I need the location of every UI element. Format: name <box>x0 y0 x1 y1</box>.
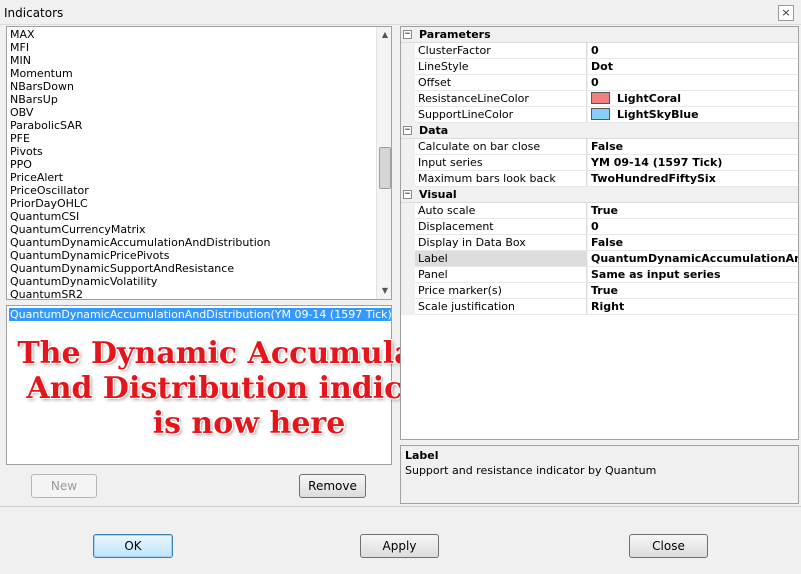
remove-button[interactable]: Remove <box>299 474 366 498</box>
property-value[interactable]: True <box>588 283 798 299</box>
property-name[interactable]: Maximum bars look back <box>415 171 587 187</box>
property-value[interactable]: True <box>588 203 798 219</box>
indicator-list-item[interactable]: PriceAlert <box>10 171 63 184</box>
property-value[interactable]: 0 <box>588 219 798 235</box>
property-row[interactable]: Displacement 0 <box>401 219 798 235</box>
collapse-icon[interactable]: − <box>403 126 412 135</box>
property-value[interactable]: Right <box>588 299 798 315</box>
property-name[interactable]: ResistanceLineColor <box>415 91 587 107</box>
close-button[interactable]: Close <box>629 534 708 558</box>
property-name[interactable]: Input series <box>415 155 587 171</box>
property-value[interactable]: 0 <box>588 43 798 59</box>
indicator-list-item[interactable]: PriorDayOHLC <box>10 197 88 210</box>
property-row[interactable]: Maximum bars look back TwoHundredFiftySix <box>401 171 798 187</box>
property-row[interactable]: Display in Data Box False <box>401 235 798 251</box>
property-value[interactable]: Dot <box>588 59 798 75</box>
indicator-list-item[interactable]: Momentum <box>10 67 73 80</box>
new-button[interactable]: New <box>31 474 97 498</box>
scroll-down-arrow-icon[interactable]: ▼ <box>377 283 391 299</box>
indicator-list-item[interactable]: QuantumDynamicAccumulationAndDistributio… <box>10 236 270 249</box>
property-name[interactable]: Display in Data Box <box>415 235 587 251</box>
indicator-list-item[interactable]: ParabolicSAR <box>10 119 82 132</box>
property-name[interactable]: Scale justification <box>415 299 587 315</box>
property-row[interactable]: Price marker(s) True <box>401 283 798 299</box>
property-name[interactable]: Label <box>415 251 587 267</box>
category-visual[interactable]: − Visual <box>401 187 798 203</box>
collapse-icon[interactable]: − <box>403 190 412 199</box>
indicator-list-item[interactable]: NBarsUp <box>10 93 58 106</box>
title-bar: Indicators × <box>0 0 801 25</box>
property-name[interactable]: ClusterFactor <box>415 43 587 59</box>
property-row[interactable]: Scale justification Right <box>401 299 798 315</box>
property-name[interactable]: Panel <box>415 267 587 283</box>
property-row[interactable]: Offset 0 <box>401 75 798 91</box>
property-name[interactable]: Auto scale <box>415 203 587 219</box>
category-label: Parameters <box>419 28 491 41</box>
indicator-list-item[interactable]: PFE <box>10 132 30 145</box>
property-value[interactable]: LightCoral <box>588 91 798 107</box>
property-row[interactable]: Panel Same as input series <box>401 267 798 283</box>
property-value[interactable]: TwoHundredFiftySix <box>588 171 798 187</box>
property-row[interactable]: Calculate on bar close False <box>401 139 798 155</box>
indicator-list-item[interactable]: MIN <box>10 54 31 67</box>
property-value-text: LightCoral <box>617 92 681 105</box>
indicator-list-item[interactable]: QuantumCSI <box>10 210 79 223</box>
property-name[interactable]: SupportLineColor <box>415 107 587 123</box>
indicator-list-scrollbar[interactable]: ▲ ▼ <box>376 27 391 299</box>
indicator-list-item[interactable]: QuantumCurrencyMatrix <box>10 223 146 236</box>
color-swatch <box>591 108 610 120</box>
property-row[interactable]: ClusterFactor 0 <box>401 43 798 59</box>
property-row[interactable]: Input series YM 09-14 (1597 Tick) <box>401 155 798 171</box>
property-row[interactable]: ResistanceLineColor LightCoral <box>401 91 798 107</box>
indicator-list-item[interactable]: PriceOscillator <box>10 184 89 197</box>
property-row[interactable]: Auto scale True <box>401 203 798 219</box>
category-label: Data <box>419 124 449 137</box>
applied-indicator-item[interactable]: QuantumDynamicAccumulationAndDistributio… <box>9 308 391 321</box>
indicator-list-item[interactable]: QuantumDynamicSupportAndResistance <box>10 262 234 275</box>
description-title: Label <box>405 449 439 462</box>
indicator-list-item[interactable]: MFI <box>10 41 29 54</box>
property-name[interactable]: Displacement <box>415 219 587 235</box>
collapse-icon[interactable]: − <box>403 30 412 39</box>
indicator-list-item[interactable]: MAX <box>10 28 35 41</box>
indicator-list-item[interactable]: QuantumDynamicVolatility <box>10 275 157 288</box>
property-name[interactable]: Price marker(s) <box>415 283 587 299</box>
category-data[interactable]: − Data <box>401 123 798 139</box>
property-value[interactable]: LightSkyBlue <box>588 107 798 123</box>
property-grid[interactable]: − Parameters ClusterFactor 0 LineStyle Dot Off… <box>400 26 799 440</box>
color-swatch <box>591 92 610 104</box>
description-text: Support and resistance indicator by Quan… <box>405 464 657 477</box>
property-description: Label Support and resistance indicator b… <box>400 445 799 504</box>
property-value-text: LightSkyBlue <box>617 108 699 121</box>
property-name[interactable]: LineStyle <box>415 59 587 75</box>
property-value[interactable]: Same as input series <box>588 267 798 283</box>
indicator-list[interactable]: ▲ ▼ MAX MFI MIN Momentum NBarsDown NBarsUp OBV… <box>6 26 392 300</box>
property-value[interactable]: QuantumDynamicAccumulationAndD <box>588 251 798 267</box>
property-value[interactable]: False <box>588 139 798 155</box>
indicator-list-item[interactable]: QuantumDynamicPricePivots <box>10 249 169 262</box>
property-value[interactable]: 0 <box>588 75 798 91</box>
property-row[interactable]: Label QuantumDynamicAccumulationAndD <box>401 251 798 267</box>
apply-button[interactable]: Apply <box>360 534 439 558</box>
scroll-thumb[interactable] <box>379 147 391 189</box>
category-label: Visual <box>419 188 457 201</box>
property-row[interactable]: LineStyle Dot <box>401 59 798 75</box>
window-title: Indicators <box>4 6 64 20</box>
separator <box>0 506 801 507</box>
property-value[interactable]: YM 09-14 (1597 Tick) <box>588 155 798 171</box>
indicator-list-item[interactable]: PPO <box>10 158 32 171</box>
indicator-list-item[interactable]: QuantumSR2 <box>10 288 83 299</box>
ok-button[interactable]: OK <box>93 534 173 558</box>
property-value[interactable]: False <box>588 235 798 251</box>
close-window-icon[interactable]: × <box>778 5 794 21</box>
property-name[interactable]: Calculate on bar close <box>415 139 587 155</box>
property-row[interactable]: SupportLineColor LightSkyBlue <box>401 107 798 123</box>
scroll-up-arrow-icon[interactable]: ▲ <box>377 27 391 43</box>
indicator-list-item[interactable]: OBV <box>10 106 33 119</box>
category-parameters[interactable]: − Parameters <box>401 27 798 43</box>
indicator-list-item[interactable]: NBarsDown <box>10 80 74 93</box>
property-name[interactable]: Offset <box>415 75 587 91</box>
indicator-list-item[interactable]: Pivots <box>10 145 43 158</box>
